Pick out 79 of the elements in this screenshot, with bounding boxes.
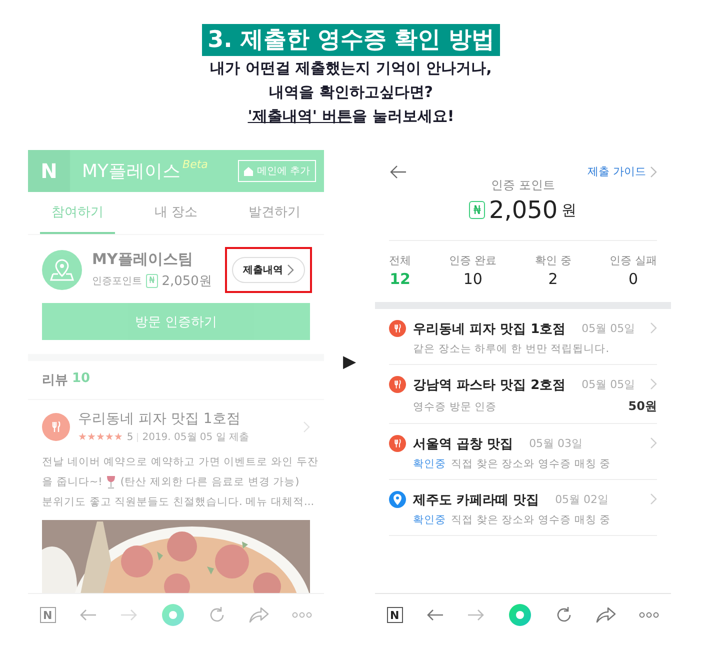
status-label: 확인중: [413, 513, 446, 527]
entry-date: 05월 05일: [582, 321, 636, 336]
chevron-icon: [650, 493, 657, 505]
review-date: 2019. 05월 05 일 제출: [142, 431, 250, 444]
reviews-count: 10: [72, 371, 90, 388]
back-icon[interactable]: [389, 164, 407, 178]
more-icon[interactable]: [292, 612, 312, 618]
entry-date: 05월 05일: [582, 377, 636, 392]
chevron-icon: [650, 322, 657, 334]
restaurant-icon: [42, 413, 70, 441]
review-text: 분위기도 좋고 직원분들도 친절했습니다. 메뉴 대체적...: [42, 495, 314, 510]
beta-label: Beta: [182, 158, 208, 171]
points-label: 인증 포인트: [491, 177, 555, 194]
entry-note: 영수증 방문 인증: [413, 400, 497, 414]
app-title: MY플레이스: [82, 160, 181, 183]
stat-count[interactable]: 10: [463, 270, 482, 288]
restaurant-icon: [389, 435, 406, 452]
forward-icon[interactable]: [120, 609, 138, 621]
share-icon[interactable]: [596, 607, 616, 623]
restaurant-icon: [389, 376, 406, 393]
naver-button[interactable]: N: [386, 607, 403, 623]
back-icon[interactable]: [426, 609, 444, 621]
points-value: 2,050: [488, 196, 558, 224]
entry-title[interactable]: 제주도 카페라떼 맛집: [413, 490, 540, 508]
stat-label: 전체: [389, 253, 411, 268]
history-button[interactable]: 제출내역: [232, 257, 305, 283]
instruction-text: '제출내역' 버튼을 눌러보세요!: [248, 106, 454, 127]
points-value: 2,050원: [162, 273, 212, 290]
stat-count[interactable]: 0: [628, 270, 638, 288]
review-text: 을 줍니다~!: [42, 475, 102, 490]
stat-label: 인증 완료: [449, 253, 497, 268]
entry-title[interactable]: 서울역 곱창 맛집: [413, 434, 514, 452]
home-icon[interactable]: [508, 603, 532, 627]
currency-unit: 원: [562, 200, 577, 220]
map-pin-icon: [50, 258, 74, 282]
stat-count[interactable]: 2: [548, 270, 558, 288]
chevron-icon: [303, 421, 310, 433]
submission-guide-link[interactable]: 제출 가이드: [588, 164, 657, 179]
more-icon[interactable]: [639, 612, 660, 618]
entry-title[interactable]: 강남역 파스타 맛집 2호점: [413, 376, 566, 394]
entry-date: 05월 02일: [555, 492, 609, 507]
app-logo: N: [28, 150, 70, 192]
reviews-heading: 리뷰: [42, 372, 68, 389]
entry-date: 05월 03일: [529, 436, 583, 451]
rating-value: 5: [126, 432, 134, 442]
currency-icon: ₦: [469, 201, 485, 219]
map-pin-icon: [389, 491, 406, 508]
forward-icon[interactable]: [466, 609, 485, 621]
currency-icon: ₦: [146, 274, 158, 288]
entry-note: 직접 찾은 장소와 영수증 매칭 중: [451, 457, 611, 471]
review-title: 우리동네 피자 맛집 1호점: [78, 410, 242, 428]
chevron-icon: [650, 166, 657, 178]
wine-glass-icon: [105, 475, 118, 489]
chevron-icon: [650, 437, 657, 449]
restaurant-icon: [389, 320, 406, 337]
stat-label: 확인 중: [534, 253, 572, 268]
page-title: 3. 제출한 영수증 확인 방법: [202, 24, 500, 56]
review-text: 전날 네이버 예약으로 예약하고 가면 이벤트로 와인 두잔: [42, 455, 318, 470]
instruction-text: 내가 어떤걸 제출했는지 기억이 안나거나,: [210, 58, 492, 79]
reload-icon[interactable]: [555, 606, 574, 624]
entry-note: 같은 장소는 하루에 한 번만 적립됩니다.: [413, 342, 610, 356]
entry-note: 직접 찾은 장소와 영수증 매칭 중: [451, 513, 611, 527]
reward-amount: 50원: [628, 398, 657, 415]
status-label: 확인중: [413, 457, 446, 471]
next-arrow: ▶: [342, 352, 356, 372]
naver-button[interactable]: N: [40, 607, 56, 623]
chevron-icon: [650, 378, 657, 390]
reload-icon[interactable]: [208, 606, 226, 624]
house-icon: [244, 166, 253, 176]
entry-title[interactable]: 우리동네 피자 맛집 1호점: [413, 320, 566, 338]
star-rating: ★★★★★: [78, 432, 123, 442]
profile-name: MY플레이스팀: [92, 250, 194, 269]
points-label: 인증포인트: [92, 275, 142, 288]
stat-label: 인증 실패: [609, 253, 657, 268]
chevron-icon: [287, 264, 294, 276]
share-icon[interactable]: [249, 607, 270, 623]
instruction-text: 내역을 확인하고싶다면?: [269, 82, 433, 103]
home-icon[interactable]: [160, 603, 185, 627]
review-text: (탄산 제외한 다른 음료로 변경 가능): [120, 475, 300, 490]
